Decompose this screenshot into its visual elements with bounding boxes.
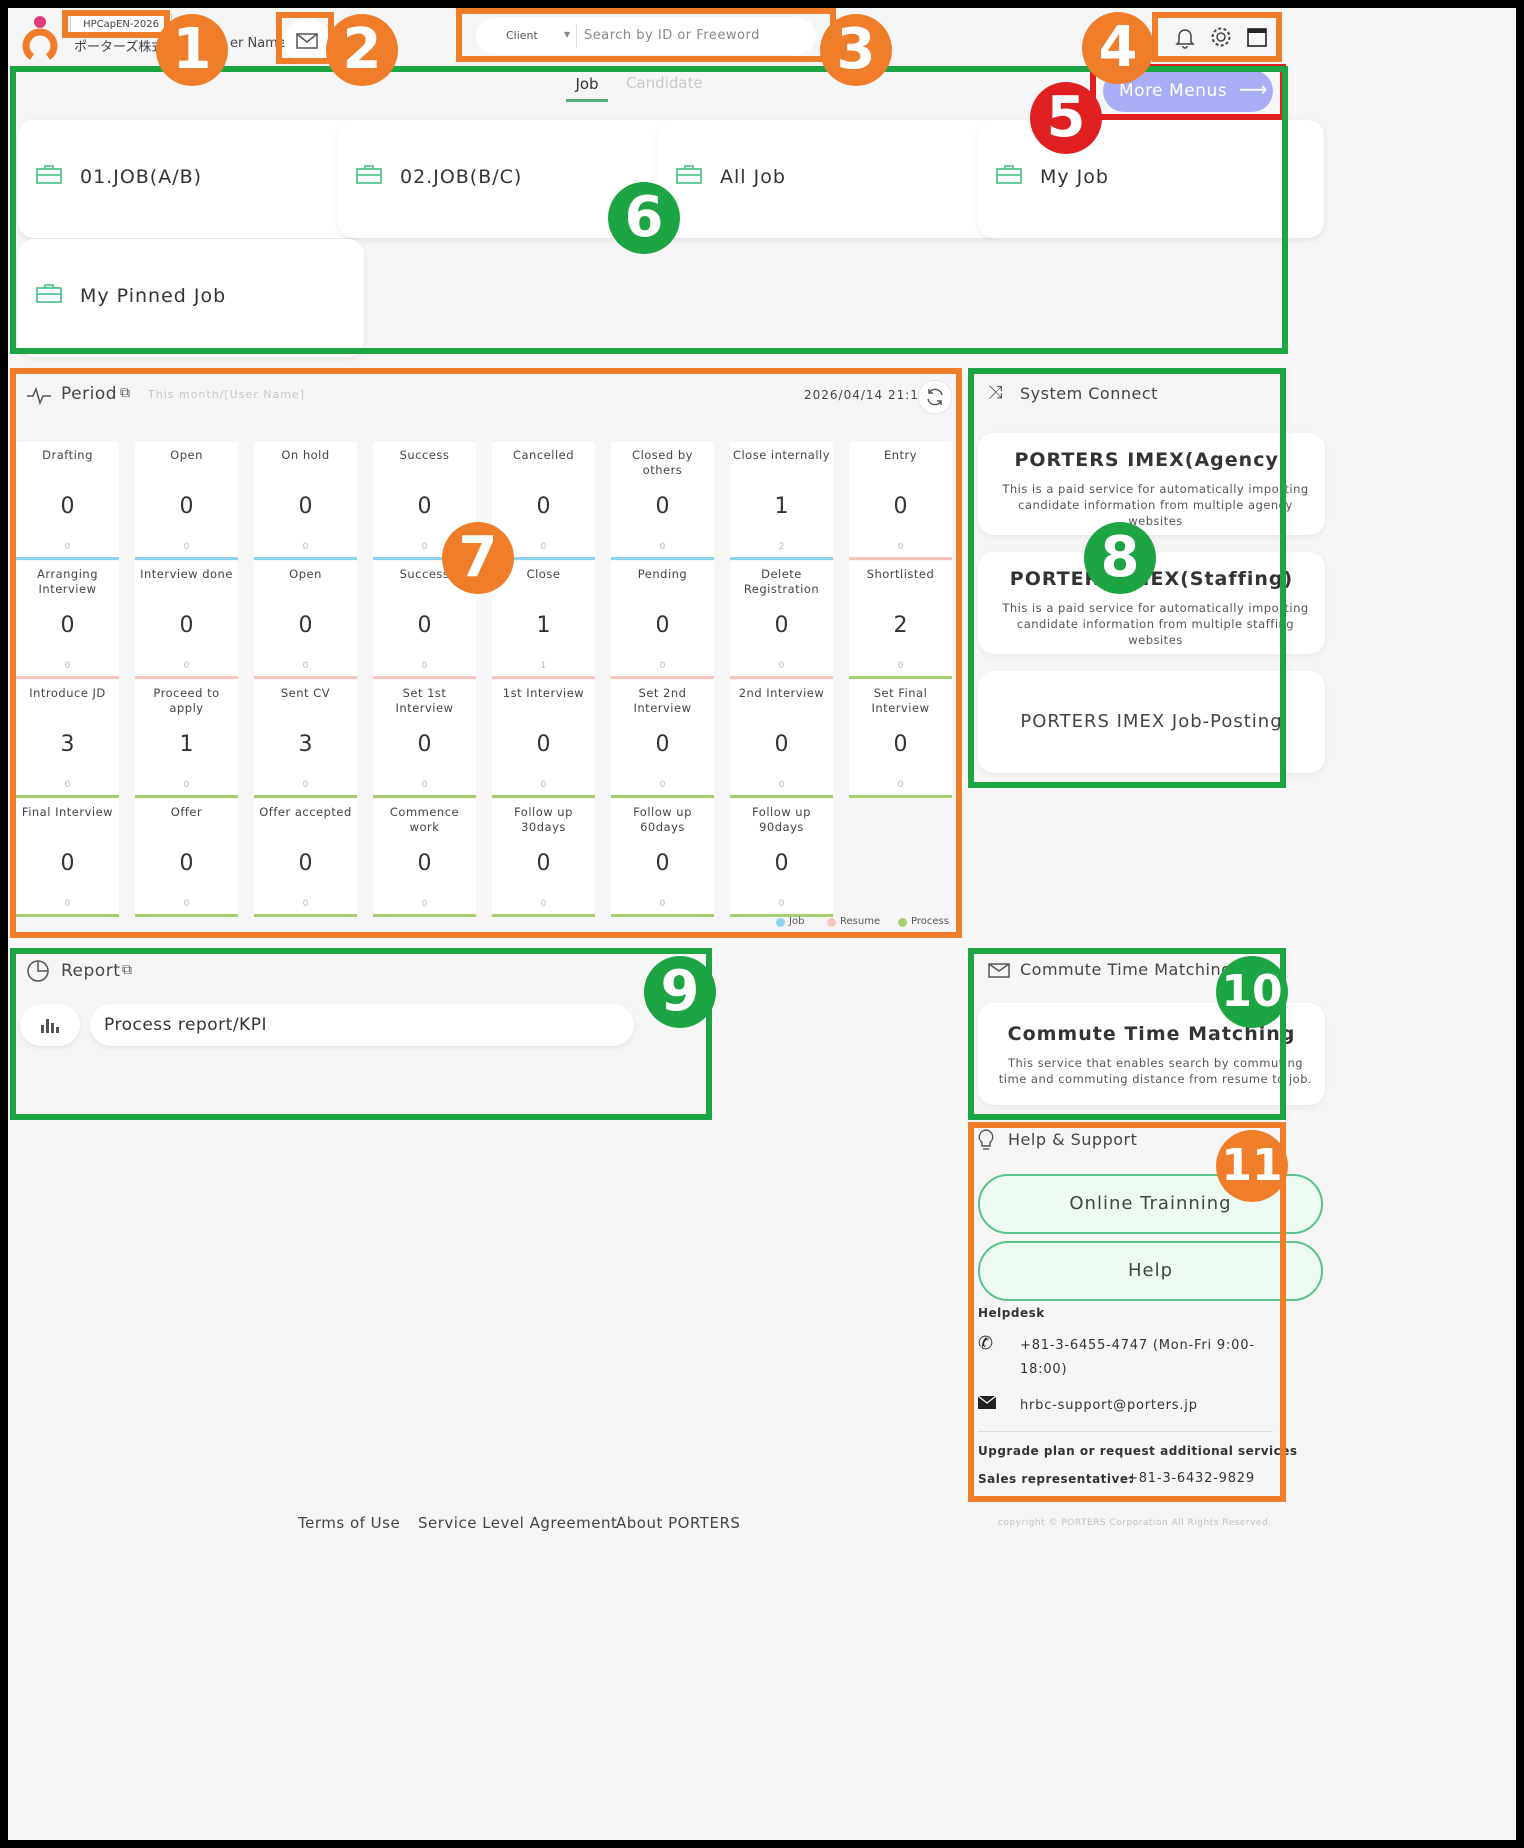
annotation-badge-4: 4 [1082, 12, 1154, 84]
logo-icon [22, 16, 58, 60]
footer-copyright: copyright © PORTERS Corporation All Righ… [998, 1518, 1272, 1528]
annotation-box-7 [10, 368, 962, 938]
footer-terms-link[interactable]: Terms of Use [298, 1514, 400, 1532]
footer-sla-link[interactable]: Service Level Agreement [418, 1514, 617, 1532]
annotation-badge-6: 6 [608, 182, 680, 254]
annotation-box-3 [456, 8, 836, 62]
annotation-badge-5: 5 [1030, 82, 1102, 154]
annotation-badge-11: 11 [1216, 1130, 1288, 1202]
annotation-badge-2: 2 [326, 14, 398, 86]
screen-frame: HPCapEN-2026 ポーターズ株式 er Name Client ▼ Se… [8, 8, 1516, 1840]
annotation-box-2 [276, 12, 334, 64]
company-name: ポーターズ株式 [74, 40, 165, 55]
annotation-badge-9: 9 [644, 956, 716, 1028]
annotation-badge-8: 8 [1084, 522, 1156, 594]
annotation-badge-7: 7 [442, 522, 514, 594]
app-logo[interactable] [20, 12, 60, 62]
footer-about-link[interactable]: About PORTERS [616, 1514, 740, 1532]
annotation-box-9 [10, 948, 712, 1120]
annotation-box-1 [62, 10, 170, 38]
annotation-badge-10: 10 [1216, 956, 1288, 1028]
annotation-badge-1: 1 [156, 14, 228, 86]
annotation-box-4 [1152, 12, 1282, 62]
annotation-badge-3: 3 [820, 14, 892, 86]
